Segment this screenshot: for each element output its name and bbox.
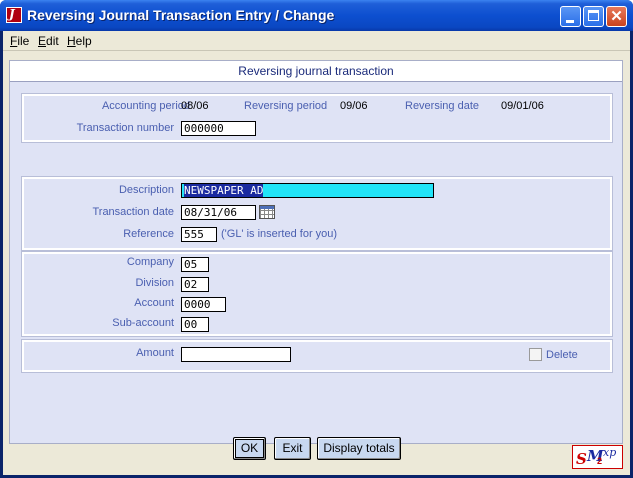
form-panel: Reversing journal transaction Accounting…: [9, 60, 623, 444]
division-label: Division: [135, 277, 174, 289]
transaction-date-label: Transaction date: [92, 206, 174, 218]
account-label: Account: [134, 297, 174, 309]
maximize-icon: [588, 10, 599, 21]
accounting-period-value: 08/06: [181, 100, 209, 112]
close-button[interactable]: ✕: [606, 6, 627, 27]
maximize-button[interactable]: [583, 6, 604, 27]
company-label: Company: [126, 256, 174, 268]
transaction-number-field[interactable]: 000000: [181, 121, 256, 136]
client-area: File Edit Help Reversing journal transac…: [3, 31, 630, 475]
reversing-date-value: 09/01/06: [501, 100, 544, 112]
menu-file[interactable]: File: [10, 34, 29, 48]
menu-edit[interactable]: Edit: [38, 34, 59, 48]
description-value: NEWSPAPER AD: [184, 184, 264, 197]
transaction-date-field[interactable]: 08/31/06: [181, 205, 256, 220]
application-window: J Reversing Journal Transaction Entry / …: [0, 0, 633, 478]
description-label: Description: [118, 184, 174, 196]
calendar-icon[interactable]: [259, 205, 275, 219]
reference-label: Reference: [123, 228, 174, 240]
sm2xp-logo: S M 2 xp: [572, 445, 623, 469]
close-icon: ✕: [610, 8, 623, 25]
window-title: Reversing Journal Transaction Entry / Ch…: [27, 7, 335, 23]
display-totals-button[interactable]: Display totals: [317, 437, 401, 460]
exit-button[interactable]: Exit: [274, 437, 311, 460]
amount-label: Amount: [136, 347, 174, 359]
company-field[interactable]: 05: [181, 257, 209, 272]
delete-label: Delete: [546, 349, 578, 361]
menu-bar: File Edit Help: [3, 31, 630, 51]
sub-account-field[interactable]: 00: [181, 317, 209, 332]
account-field[interactable]: 0000: [181, 297, 226, 312]
minimize-button[interactable]: [560, 6, 581, 27]
form-heading: Reversing journal transaction: [10, 61, 622, 82]
reference-field[interactable]: 555: [181, 227, 217, 242]
journal-app-icon[interactable]: J: [6, 7, 22, 23]
division-field[interactable]: 02: [181, 277, 209, 292]
sub-account-label: Sub-account: [112, 317, 174, 329]
account-group: Company 05 Division 02 Account 0000 Sub-…: [21, 251, 613, 337]
minimize-icon: [566, 20, 574, 23]
reference-hint: ('GL' is inserted for you): [221, 228, 338, 240]
reversing-period-label: Reversing period: [244, 100, 328, 112]
amount-group: Amount Delete: [21, 339, 613, 373]
amount-field[interactable]: [181, 347, 291, 362]
ok-button[interactable]: OK: [233, 437, 266, 460]
title-bar[interactable]: J Reversing Journal Transaction Entry / …: [0, 0, 633, 31]
delete-checkbox[interactable]: [529, 348, 542, 361]
menu-help[interactable]: Help: [67, 34, 92, 48]
reversing-date-label: Reversing date: [405, 100, 479, 112]
transaction-number-label: Transaction number: [76, 122, 174, 134]
description-field[interactable]: NEWSPAPER AD: [181, 183, 434, 198]
details-group: Description NEWSPAPER AD Transaction dat…: [21, 176, 613, 251]
reversing-period-value: 09/06: [340, 100, 368, 112]
period-group: Accounting period 08/06 Reversing period…: [21, 93, 613, 143]
accounting-period-label: Accounting period: [101, 100, 190, 112]
